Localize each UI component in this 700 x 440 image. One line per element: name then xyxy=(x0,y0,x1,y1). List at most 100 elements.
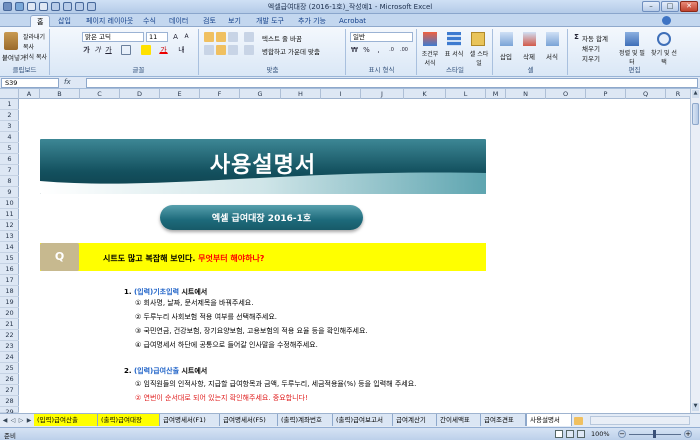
row-header[interactable]: 1 xyxy=(0,99,19,110)
formula-input[interactable] xyxy=(86,78,698,88)
vertical-scrollbar[interactable]: ▲ ▼ xyxy=(690,89,700,413)
format-table-icon[interactable] xyxy=(447,32,461,46)
tab-view[interactable]: 보기 xyxy=(222,15,247,27)
align-middle-icon[interactable] xyxy=(216,32,226,42)
sheet-tab[interactable]: (입력)급여산출 xyxy=(34,414,98,426)
horizontal-scrollbar[interactable] xyxy=(590,416,690,425)
column-header[interactable]: B xyxy=(40,89,80,99)
cell-style-icon[interactable] xyxy=(471,32,485,46)
find-icon[interactable] xyxy=(657,32,671,46)
currency-icon[interactable]: ₩ xyxy=(350,45,359,54)
row-header[interactable]: 14 xyxy=(0,242,19,253)
italic-icon[interactable]: 가 xyxy=(93,45,102,54)
tab-page-layout[interactable]: 페이지 레이아웃 xyxy=(80,15,139,27)
column-header[interactable]: F xyxy=(200,89,240,99)
row-header[interactable]: 7 xyxy=(0,165,19,176)
tab-formulas[interactable]: 수식 xyxy=(137,15,162,27)
delete-cells-icon[interactable] xyxy=(523,32,536,46)
zoom-in-icon[interactable]: + xyxy=(684,430,692,438)
sheet-tab[interactable]: (출력)급여보고서 xyxy=(333,414,393,426)
orientation-icon[interactable] xyxy=(244,32,254,42)
row-header[interactable]: 24 xyxy=(0,352,19,363)
minimize-button[interactable]: – xyxy=(642,1,660,12)
row-header[interactable]: 6 xyxy=(0,154,19,165)
fx-icon[interactable]: fx xyxy=(64,78,84,88)
format-painter-button[interactable]: 서식 복사 xyxy=(23,52,47,61)
column-header[interactable]: R xyxy=(666,89,690,99)
column-header[interactable]: E xyxy=(160,89,200,99)
fill-button[interactable]: 채우기 xyxy=(582,43,600,53)
column-header[interactable]: L xyxy=(446,89,486,99)
row-header[interactable]: 17 xyxy=(0,275,19,286)
tab-developer[interactable]: 개발 도구 xyxy=(250,15,290,27)
shrink-font-icon[interactable]: A xyxy=(182,32,191,41)
column-header[interactable]: P xyxy=(586,89,626,99)
column-header[interactable]: Q xyxy=(626,89,666,99)
sheet-tab[interactable]: 급여조견표 xyxy=(481,414,526,426)
row-header[interactable]: 18 xyxy=(0,286,19,297)
grow-font-icon[interactable]: A xyxy=(171,32,180,41)
column-header[interactable]: J xyxy=(361,89,404,99)
sheet-tab[interactable]: 급여계산기 xyxy=(393,414,437,426)
row-header[interactable]: 21 xyxy=(0,319,19,330)
zoom-out-icon[interactable]: − xyxy=(618,430,626,438)
row-header[interactable]: 28 xyxy=(0,396,19,407)
close-button[interactable]: ✕ xyxy=(680,1,698,12)
sheet-tab[interactable]: (출력)계좌번호 xyxy=(278,414,333,426)
column-header[interactable]: K xyxy=(404,89,446,99)
row-header[interactable]: 20 xyxy=(0,308,19,319)
column-header[interactable]: M xyxy=(486,89,506,99)
column-header[interactable]: O xyxy=(546,89,586,99)
column-header[interactable]: A xyxy=(19,89,40,99)
font-color-icon[interactable]: 가 xyxy=(159,45,168,54)
row-header[interactable]: 16 xyxy=(0,264,19,275)
next-sheet-icon[interactable]: ▷ xyxy=(17,416,25,425)
zoom-slider-handle[interactable] xyxy=(653,430,656,438)
conditional-format-icon[interactable] xyxy=(423,32,437,46)
clear-button[interactable]: 지우기 xyxy=(582,53,600,63)
row-header[interactable]: 4 xyxy=(0,132,19,143)
row-header[interactable]: 25 xyxy=(0,363,19,374)
page-layout-view-icon[interactable] xyxy=(566,430,574,438)
insert-sheet-icon[interactable] xyxy=(574,417,583,425)
cut-button[interactable]: 잘라내기 xyxy=(23,32,45,41)
row-header[interactable]: 13 xyxy=(0,231,19,242)
sheet-tab[interactable]: 급여명세서(F5) xyxy=(220,414,278,426)
row-header[interactable]: 27 xyxy=(0,385,19,396)
row-header[interactable]: 26 xyxy=(0,374,19,385)
first-sheet-icon[interactable]: ◀ xyxy=(1,416,9,425)
align-left-icon[interactable] xyxy=(204,45,214,55)
row-header[interactable]: 8 xyxy=(0,176,19,187)
row-header[interactable]: 23 xyxy=(0,341,19,352)
prev-sheet-icon[interactable]: ◁ xyxy=(9,416,17,425)
normal-view-icon[interactable] xyxy=(555,430,563,438)
align-center-icon[interactable] xyxy=(216,45,226,55)
wrap-text-button[interactable]: 텍스트 줄 바꿈 xyxy=(262,33,302,43)
comma-icon[interactable]: , xyxy=(374,45,383,54)
scroll-thumb[interactable] xyxy=(692,103,699,125)
phonetic-icon[interactable]: 내 xyxy=(177,45,186,54)
bold-icon[interactable]: 가 xyxy=(82,45,91,54)
underline-icon[interactable]: 가 xyxy=(104,45,113,54)
font-size-dropdown[interactable]: 11 xyxy=(146,32,168,42)
number-format-dropdown[interactable]: 일반 xyxy=(350,32,413,42)
column-header[interactable]: D xyxy=(120,89,160,99)
format-cells-button[interactable]: 서식 xyxy=(546,51,558,61)
align-bottom-icon[interactable] xyxy=(228,32,238,42)
delete-cells-button[interactable]: 삭제 xyxy=(523,51,535,61)
help-icon[interactable] xyxy=(662,16,671,25)
column-header[interactable]: H xyxy=(281,89,321,99)
page-break-view-icon[interactable] xyxy=(577,430,585,438)
maximize-button[interactable]: □ xyxy=(661,1,679,12)
insert-cells-button[interactable]: 삽입 xyxy=(500,51,512,61)
insert-cells-icon[interactable] xyxy=(500,32,513,46)
row-header[interactable]: 10 xyxy=(0,198,19,209)
sort-filter-icon[interactable] xyxy=(625,32,639,46)
tab-insert[interactable]: 삽입 xyxy=(52,15,77,27)
autosum-button[interactable]: 자동 합계 xyxy=(582,33,608,43)
row-header[interactable]: 3 xyxy=(0,121,19,132)
autosum-icon[interactable]: Σ xyxy=(572,32,581,41)
tab-addins[interactable]: 추가 기능 xyxy=(292,15,332,27)
format-table-button[interactable]: 표 서식 xyxy=(444,49,464,58)
step-2-sheet-link[interactable]: (입력)급여산출 xyxy=(134,367,179,375)
